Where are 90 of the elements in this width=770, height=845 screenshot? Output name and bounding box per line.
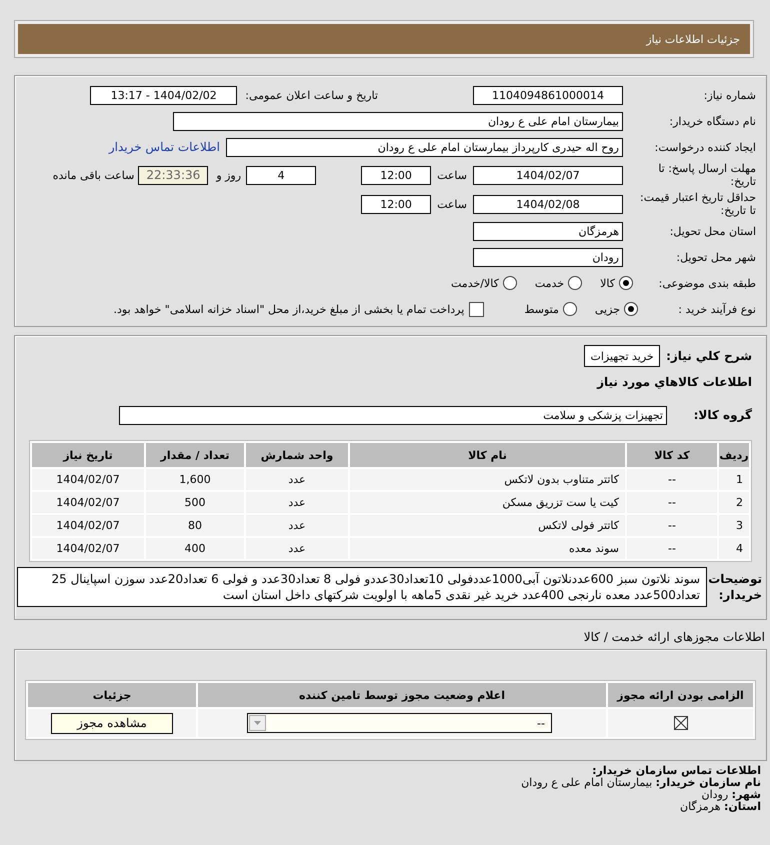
table-cell: 1,600 — [146, 469, 244, 490]
radio-label: خدمت — [534, 276, 564, 290]
column-header: تاریخ نیاز — [32, 443, 144, 467]
table-cell: 3 — [719, 515, 749, 536]
validity-time-field: 12:00 — [361, 194, 432, 214]
city-field: رودان — [473, 248, 623, 266]
field-label: ساعت — [437, 168, 467, 182]
summary-field: خرید تجهیزات — [584, 345, 660, 367]
radio-button[interactable] — [562, 302, 577, 316]
radio-button[interactable] — [568, 276, 582, 290]
radio-button[interactable] — [619, 276, 633, 290]
column-header: تعداد / مقدار — [146, 443, 244, 467]
radio-button[interactable] — [624, 302, 638, 316]
table-cell: عدد — [246, 492, 348, 513]
column-header: نام کالا — [350, 443, 625, 467]
goods-group-field: تجهیزات پزشکی و سلامت — [119, 406, 667, 424]
section-title: اطلاعات کالاهاي مورد نياز — [597, 375, 752, 389]
field-label: شهر محل تحویل: — [675, 250, 756, 264]
checkbox[interactable] — [469, 302, 484, 316]
field-label: ساعت — [437, 198, 467, 210]
field-label: شماره نیاز: — [702, 88, 756, 102]
table-cell: 80 — [146, 515, 244, 536]
table-cell: 1404/02/07 — [32, 538, 144, 559]
deadline-date-field: 1404/02/07 — [473, 166, 623, 184]
table-cell: عدد — [246, 515, 348, 536]
radio-label: متوسط — [524, 302, 559, 316]
field-label: ایجاد کننده درخواست: — [654, 140, 756, 154]
contact-title: اطلاعات تماس سازمان خریدار: — [591, 765, 761, 777]
radio-label: کالا — [600, 276, 615, 290]
field-label: طبقه بندی موضوعی: — [658, 276, 756, 290]
contact-value: هرمزگان — [680, 800, 720, 813]
field-label: تاریخ و ساعت اعلان عمومی: — [245, 88, 378, 102]
field-label: استان محل تحویل: — [668, 224, 756, 238]
contact-link[interactable]: اطلاعات تماس خریدار — [108, 140, 220, 154]
table-cell: 4 — [719, 538, 749, 559]
table-cell: کاتتر فولی لاتکس — [350, 515, 625, 536]
contact-value: رودان — [702, 788, 728, 801]
table-cell: کیت یا ست تزریق مسکن — [350, 492, 625, 513]
radio-button[interactable] — [502, 276, 517, 290]
table-cell: 1404/02/07 — [32, 515, 144, 536]
table-cell: 1404/02/07 — [32, 469, 144, 490]
contact-label: استان: — [724, 800, 761, 813]
table-cell: -- — [627, 469, 717, 490]
radio-label: جزیی — [594, 302, 620, 316]
buyer-field: بیمارستان امام علی ع رودان — [173, 112, 623, 130]
column-header: کد کالا — [627, 443, 717, 467]
field-label: مهلت ارسال پاسخ: تا تاریخ: — [657, 162, 756, 188]
contact-label: شهر: — [732, 788, 761, 801]
table-cell: عدد — [246, 469, 348, 490]
creator-field: روح اله حیدری کارپرداز بیمارستان امام علی ع رودان — [226, 138, 623, 156]
table-cell: -- — [627, 538, 717, 559]
column-header: اعلام وضعیت مجوز توسط تامین کننده — [198, 683, 606, 707]
field-label: ساعت باقی مانده — [52, 168, 134, 182]
table-cell: 500 — [146, 492, 244, 513]
column-header: واحد شمارش — [246, 443, 348, 467]
field-label: روز و — [216, 168, 242, 182]
field-label: نام دستگاه خریدار: — [668, 114, 756, 128]
field-label: گروه کالا: — [692, 408, 752, 422]
field-label: نوع فرآیند خرید : — [677, 302, 756, 316]
remaining-time-field: 22:33:36 — [138, 166, 208, 184]
deadline-time-field: 12:00 — [361, 166, 432, 184]
buyer-notes: سوند نلاتون سبز 600عددنلاتون آبی1000عددفولی 10تعداد30عددو فولی 8 تعداد30عدد و فولی 6 تعداد20عدد سوزن اسپاینال 25 تعداد500عدد معده نارنجی 400عدد خرید غیر نقدی 5ماهه با اولویت شرکتهای داخل استان است — [17, 567, 707, 607]
validity-date-field: 1404/02/08 — [473, 194, 623, 214]
table-cell: 2 — [719, 492, 749, 513]
table-cell: -- — [627, 492, 717, 513]
checkbox-label: پرداخت تمام یا بخشی از مبلغ خرید،از محل "اسناد خزانه اسلامی" خواهد بود. — [114, 302, 464, 316]
field-label: شرح کلي نياز: — [666, 349, 752, 363]
announce-date-field: 1404/02/02 - 13:17 — [90, 86, 238, 104]
field-label: توضیحات خریدار: — [707, 571, 762, 603]
contact-label: نام سازمان خریدار: — [656, 776, 761, 789]
column-header: ردیف — [719, 443, 749, 467]
table-cell: عدد — [246, 538, 348, 559]
table-cell: کاتتر متناوب بدون لاتکس — [350, 469, 625, 490]
table-cell: 1404/02/07 — [32, 492, 144, 513]
province-field: هرمزگان — [473, 222, 623, 240]
days-field: 4 — [246, 166, 316, 184]
column-header: الزامی بودن ارائه مجوز — [608, 683, 753, 707]
view-permit-button[interactable]: مشاهده مجوز — [51, 712, 173, 734]
page-title: جزئیات اطلاعات نیاز — [646, 32, 740, 46]
table-cell: 1 — [719, 469, 749, 490]
table-cell: سوند معده — [350, 538, 625, 559]
column-header: جزئیات — [28, 683, 196, 707]
section-title: اطلاعات مجوزهای ارائه خدمت / کالا — [584, 630, 765, 644]
need-number-field: 1104094861000014 — [473, 86, 623, 104]
contact-value: بیمارستان امام علی ع رودان — [521, 776, 652, 789]
status-select[interactable]: -- — [247, 713, 552, 733]
table-cell: 400 — [146, 538, 244, 559]
table-cell: -- — [627, 515, 717, 536]
field-label: حداقل تاریخ اعتبار قیمت: تا تاریخ: — [639, 191, 756, 217]
radio-label: کالا/خدمت — [451, 276, 499, 290]
